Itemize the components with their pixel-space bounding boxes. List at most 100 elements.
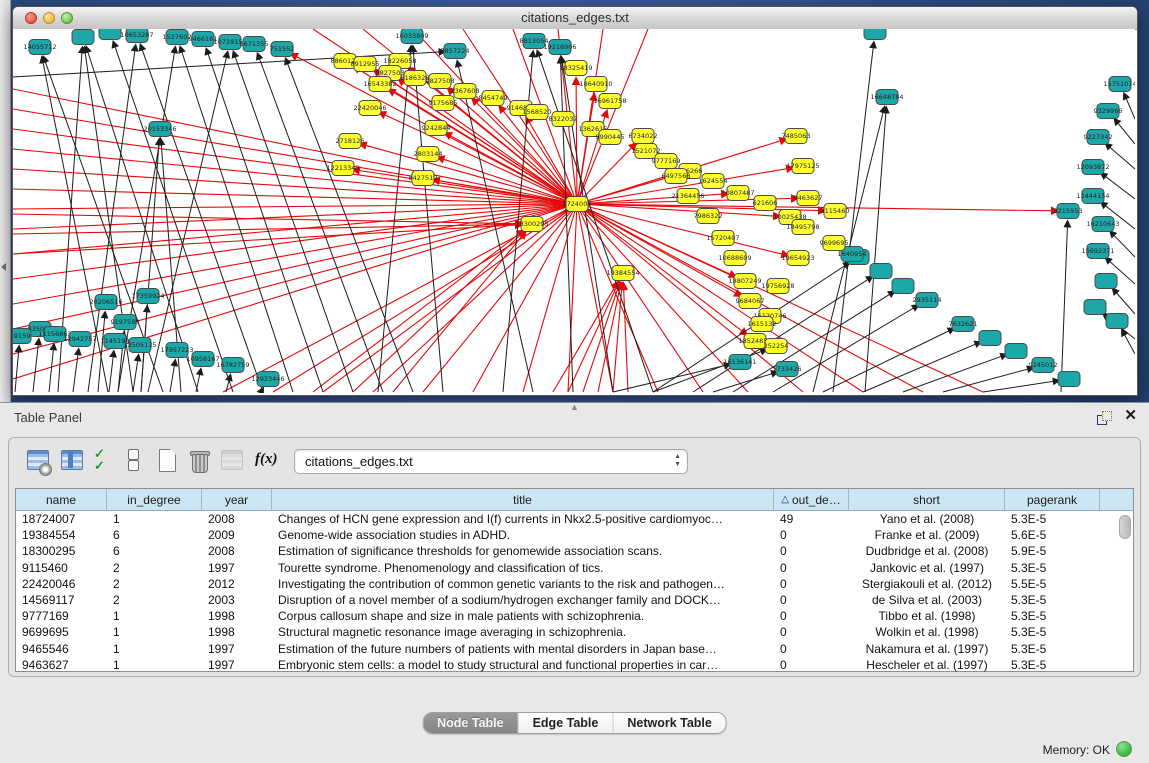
table-cell[interactable]: 1998 <box>202 625 272 639</box>
graph-edge[interactable] <box>577 204 747 335</box>
table-scrollbar[interactable] <box>1119 513 1130 663</box>
table-cell[interactable]: 1997 <box>202 561 272 575</box>
column-header-pagerank[interactable]: pagerank <box>1005 489 1100 510</box>
table-cell[interactable]: Dudbridge et al. (2008) <box>849 544 1005 558</box>
table-row[interactable]: 1456911722003Disruption of a novel membe… <box>16 592 1133 608</box>
table-cell[interactable]: Jankovic et al. (1997) <box>849 561 1005 575</box>
table-row[interactable]: 2242004622012Investigating the contribut… <box>16 576 1133 592</box>
table-cell[interactable]: 2008 <box>202 544 272 558</box>
table-cell[interactable]: 2 <box>107 561 202 575</box>
table-selector-dropdown[interactable]: citations_edges.txt ▲▼ <box>294 449 688 474</box>
graph-node[interactable] <box>892 279 914 294</box>
table-cell[interactable]: Nakamura et al. (1997) <box>849 642 1005 656</box>
table-cell[interactable]: Yano et al. (2008) <box>849 512 1005 526</box>
table-cell[interactable]: Stergiakouli et al. (2012) <box>849 577 1005 591</box>
graph-edge[interactable] <box>773 305 918 392</box>
table-row[interactable]: 1830029562008Estimation of significance … <box>16 543 1133 559</box>
column-header-year[interactable]: year <box>202 489 272 510</box>
table-cell[interactable]: 0 <box>774 625 849 639</box>
table-cell[interactable]: Tibbo et al. (1998) <box>849 609 1005 623</box>
graph-node[interactable] <box>1084 300 1106 315</box>
graph-edge[interactable] <box>1106 144 1135 169</box>
table-cell[interactable]: 1 <box>107 512 202 526</box>
table-cell[interactable]: 1998 <box>202 609 272 623</box>
table-cell[interactable]: 49 <box>774 512 849 526</box>
tab-network-table[interactable]: Network Table <box>613 713 726 733</box>
table-cell[interactable]: 9777169 <box>16 609 107 623</box>
graph-edge[interactable] <box>1061 221 1068 392</box>
table-cell[interactable]: de Silva et al. (2003) <box>849 593 1005 607</box>
table-row[interactable]: 1872400712008Changes of HCN gene express… <box>16 511 1133 527</box>
table-cell[interactable]: 5.3E-5 <box>1005 609 1100 623</box>
table-cell[interactable]: Investigating the contribution of common… <box>272 577 774 591</box>
table-cell[interactable]: 19384554 <box>16 528 107 542</box>
table-cell[interactable]: Embryonic stem cells: a model to study s… <box>272 658 774 672</box>
graph-node[interactable] <box>979 331 1001 346</box>
graph-node[interactable] <box>72 30 94 45</box>
graph-edge[interactable] <box>1113 289 1135 314</box>
table-cell[interactable]: 2008 <box>202 512 272 526</box>
graph-edge[interactable] <box>1124 93 1135 119</box>
graph-edge[interactable] <box>576 78 577 204</box>
table-cell[interactable]: 5.3E-5 <box>1005 658 1100 672</box>
close-panel-icon[interactable]: ✕ <box>1124 408 1137 423</box>
graph-edge[interactable] <box>13 149 577 204</box>
graph-node[interactable] <box>1058 372 1080 387</box>
table-cell[interactable]: 9699695 <box>16 625 107 639</box>
column-header-short[interactable]: short <box>849 489 1005 510</box>
tab-edge-table[interactable]: Edge Table <box>519 713 614 733</box>
graph-edge[interactable] <box>196 369 201 392</box>
graph-edge[interactable] <box>423 204 577 392</box>
graph-edge[interactable] <box>613 364 730 392</box>
graph-edge[interactable] <box>568 282 619 392</box>
table-cell[interactable]: 22420046 <box>16 577 107 591</box>
new-table-icon[interactable] <box>155 448 181 474</box>
table-cell[interactable]: 18724007 <box>16 512 107 526</box>
table-row[interactable]: 911546021997Tourette syndrome. Phenomeno… <box>16 560 1133 576</box>
graph-edge[interactable] <box>73 349 79 392</box>
delete-rows-icon[interactable] <box>187 448 213 474</box>
table-cell[interactable]: 0 <box>774 593 849 607</box>
column-header-in_degree[interactable]: in_degree <box>107 489 202 510</box>
table-cell[interactable]: 14569117 <box>16 593 107 607</box>
table-cell[interactable]: 5.3E-5 <box>1005 561 1100 575</box>
table-cell[interactable]: 5.3E-5 <box>1005 642 1100 656</box>
table-cell[interactable]: 0 <box>774 528 849 542</box>
column-header-name[interactable]: name <box>16 489 107 510</box>
table-cell[interactable]: 2003 <box>202 593 272 607</box>
graph-edge[interactable] <box>33 339 39 392</box>
table-cell[interactable]: 2 <box>107 593 202 607</box>
float-panel-icon[interactable] <box>1097 411 1111 424</box>
table-cell[interactable]: Franke et al. (2009) <box>849 528 1005 542</box>
table-cell[interactable]: 9465546 <box>16 642 107 656</box>
table-cell[interactable]: 6 <box>107 544 202 558</box>
table-row[interactable]: 969969511998Structural magnetic resonanc… <box>16 624 1133 640</box>
graph-edge[interactable] <box>863 342 981 392</box>
panel-collapse-arrow-icon[interactable] <box>1 263 6 271</box>
graph-edge[interactable] <box>353 231 525 392</box>
table-row[interactable]: 1938455462009Genome-wide association stu… <box>16 527 1133 543</box>
table-row[interactable]: 977716911998Corpus callosum shape and si… <box>16 608 1133 624</box>
graph-edge[interactable] <box>823 328 954 392</box>
column-header-out_de[interactable]: △out_de… <box>774 489 849 510</box>
table-cell[interactable]: 5.3E-5 <box>1005 512 1100 526</box>
table-cell[interactable]: 6 <box>107 528 202 542</box>
scrollbar-thumb[interactable] <box>1119 515 1131 539</box>
graph-node[interactable] <box>99 29 121 40</box>
table-cell[interactable]: 2 <box>107 577 202 591</box>
table-cell[interactable]: Structural magnetic resonance image aver… <box>272 625 774 639</box>
graph-edge[interactable] <box>577 94 594 204</box>
table-cell[interactable]: 2012 <box>202 577 272 591</box>
table-settings-icon[interactable] <box>25 448 51 474</box>
table-cell[interactable]: 1997 <box>202 642 272 656</box>
graph-edge[interactable] <box>865 107 886 392</box>
table-cell[interactable]: 18300295 <box>16 544 107 558</box>
table-cell[interactable]: 0 <box>774 561 849 575</box>
tab-node-table[interactable]: Node Table <box>423 713 518 733</box>
table-cell[interactable]: 9463627 <box>16 658 107 672</box>
graph-edge[interactable] <box>109 351 114 392</box>
graph-node[interactable] <box>1106 314 1128 329</box>
graph-edge[interactable] <box>133 355 139 392</box>
graph-edge[interactable] <box>903 354 1007 392</box>
graph-edge[interactable] <box>393 232 526 392</box>
